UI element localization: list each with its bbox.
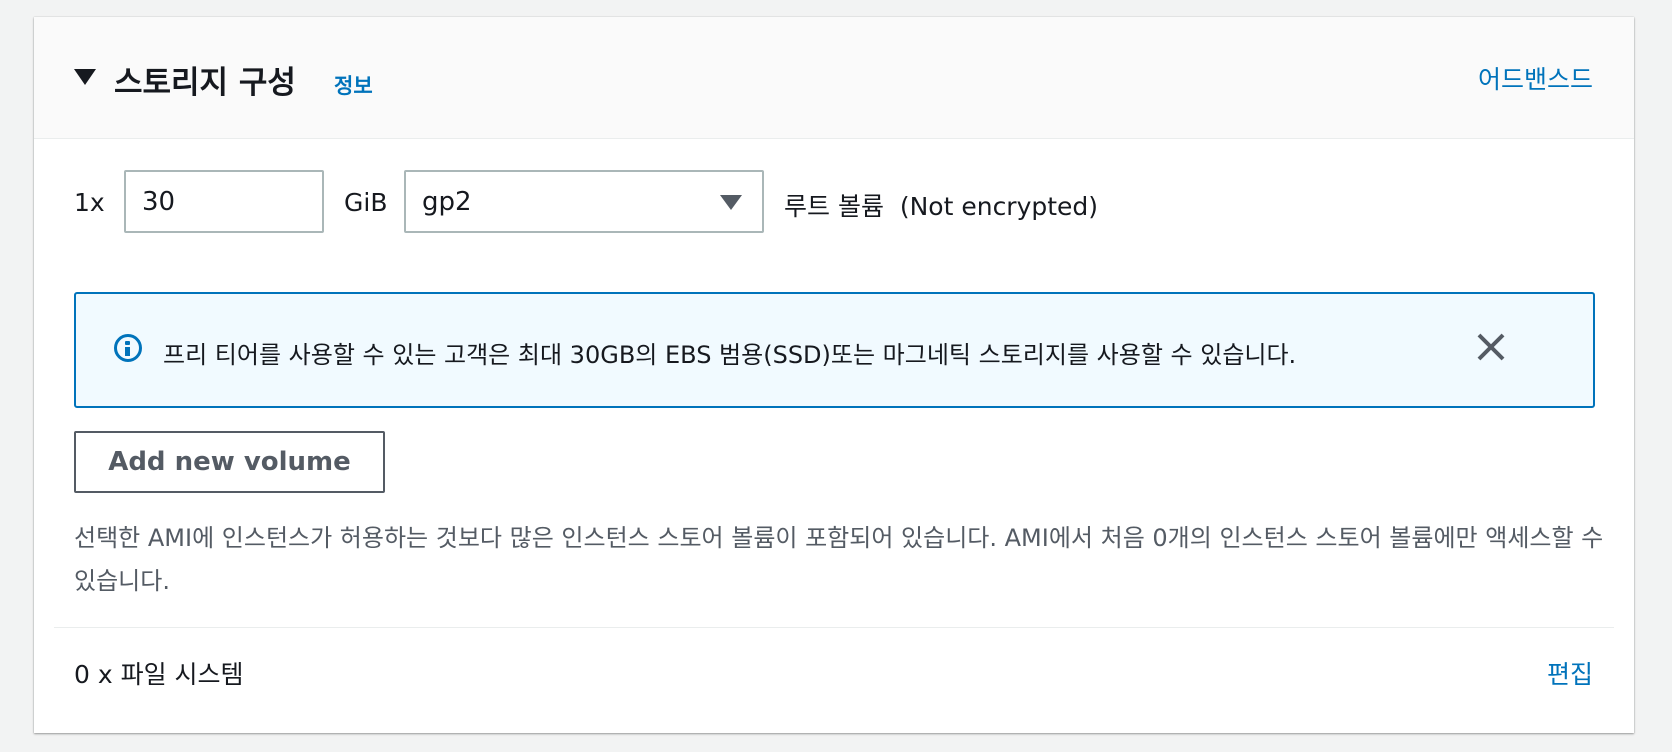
- dropdown-arrow-icon: [720, 195, 742, 210]
- volume-multiplier: 1x: [74, 188, 105, 217]
- root-volume-label: 루트 볼륨 (Not encrypted): [784, 192, 1099, 221]
- close-icon[interactable]: [1476, 332, 1506, 362]
- advanced-link[interactable]: 어드밴스드: [1478, 60, 1593, 96]
- alert-text: 프리 티어를 사용할 수 있는 고객은 최대 30GB의 EBS 범용(SSD)…: [163, 341, 1297, 369]
- divider: [54, 627, 1614, 628]
- file-systems-edit-link[interactable]: 편집: [1547, 655, 1593, 691]
- volume-type-value: gp2: [422, 187, 472, 217]
- volume-size-input[interactable]: [124, 170, 324, 233]
- panel-header: 스토리지 구성 정보 어드밴스드: [34, 17, 1634, 139]
- collapse-caret-icon[interactable]: [74, 69, 96, 85]
- add-new-volume-button[interactable]: Add new volume: [74, 431, 385, 493]
- instance-store-notice: 선택한 AMI에 인스턴스가 허용하는 것보다 많은 인스턴스 스토어 볼륨이 …: [74, 524, 1604, 595]
- storage-config-panel: 스토리지 구성 정보 어드밴스드 1x GiB gp2 루트 볼륨 (Not e…: [34, 17, 1634, 733]
- info-icon: [114, 334, 142, 362]
- info-link[interactable]: 정보: [334, 70, 373, 100]
- section-title: 스토리지 구성: [114, 65, 296, 101]
- volume-size-unit: GiB: [344, 188, 388, 217]
- file-systems-label: 0 x 파일 시스템: [74, 660, 244, 689]
- free-tier-alert: 프리 티어를 사용할 수 있는 고객은 최대 30GB의 EBS 범용(SSD)…: [74, 292, 1595, 408]
- volume-type-select[interactable]: gp2: [404, 170, 764, 233]
